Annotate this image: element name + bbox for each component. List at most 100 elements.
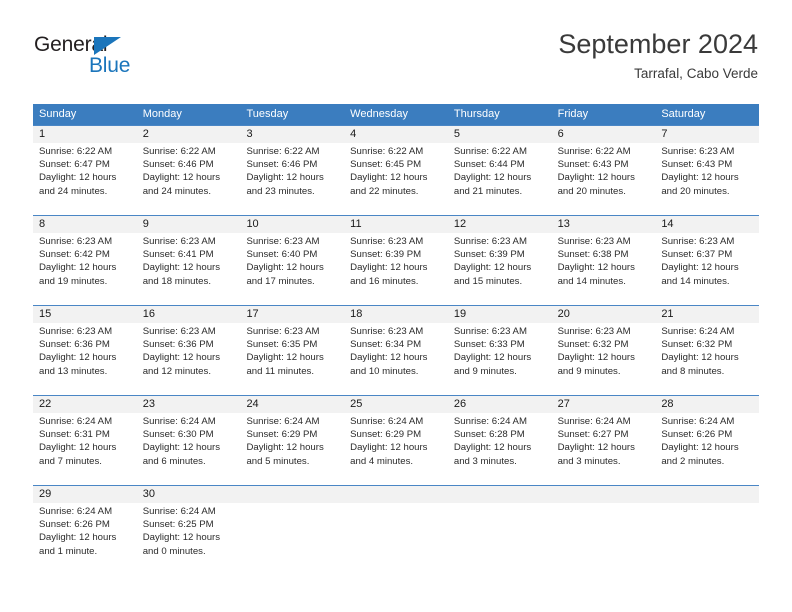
day-number[interactable]: 3 (240, 126, 344, 143)
day-number[interactable]: 22 (33, 396, 137, 413)
daylight-text-line2: and 14 minutes. (661, 275, 730, 287)
daylight-text-line1: Daylight: 12 hours (246, 352, 324, 364)
calendar-week-row: 29 30 Sunrise: 6:24 AM Sunset: 6:26 PM D… (33, 485, 759, 575)
day-number[interactable]: 19 (448, 306, 552, 323)
day-cell[interactable]: Sunrise: 6:22 AM Sunset: 6:47 PM Dayligh… (33, 143, 137, 215)
sunset-text: Sunset: 6:44 PM (453, 159, 525, 171)
daylight-text-line2: and 17 minutes. (246, 275, 315, 287)
day-cell[interactable]: Sunrise: 6:22 AM Sunset: 6:46 PM Dayligh… (137, 143, 241, 215)
day-cell[interactable]: Sunrise: 6:24 AM Sunset: 6:27 PM Dayligh… (552, 413, 656, 485)
day-cell[interactable]: Sunrise: 6:23 AM Sunset: 6:43 PM Dayligh… (655, 143, 759, 215)
day-cell[interactable]: Sunrise: 6:23 AM Sunset: 6:36 PM Dayligh… (137, 323, 241, 395)
sunrise-text: Sunrise: 6:24 AM (350, 416, 424, 427)
day-cell[interactable]: Sunrise: 6:24 AM Sunset: 6:30 PM Dayligh… (137, 413, 241, 485)
day-number[interactable]: 12 (448, 216, 552, 233)
day-cell[interactable]: Sunrise: 6:22 AM Sunset: 6:45 PM Dayligh… (344, 143, 448, 215)
weekday-header-thursday: Thursday (453, 108, 500, 120)
calendar-week-row: 22 23 24 25 26 27 28 Sunrise: 6:24 AM Su… (33, 395, 759, 485)
calendar-week-row: 8 9 10 11 12 13 14 Sunrise: 6:23 AM Suns… (33, 215, 759, 305)
sunrise-text: Sunrise: 6:23 AM (39, 326, 113, 337)
day-number[interactable]: 30 (137, 486, 241, 503)
daylight-text-line1: Daylight: 12 hours (557, 262, 635, 274)
daylight-text-line2: and 5 minutes. (246, 455, 310, 467)
day-cell[interactable]: Sunrise: 6:23 AM Sunset: 6:38 PM Dayligh… (552, 233, 656, 305)
day-number[interactable]: 4 (344, 126, 448, 143)
weekday-header-row: Sunday Monday Tuesday Wednesday Thursday… (33, 104, 759, 125)
sunset-text: Sunset: 6:36 PM (142, 339, 214, 351)
day-number[interactable]: 7 (655, 126, 759, 143)
day-cell[interactable]: Sunrise: 6:23 AM Sunset: 6:36 PM Dayligh… (33, 323, 137, 395)
day-cell[interactable]: Sunrise: 6:22 AM Sunset: 6:46 PM Dayligh… (240, 143, 344, 215)
day-number[interactable]: 24 (240, 396, 344, 413)
day-cell[interactable]: Sunrise: 6:23 AM Sunset: 6:39 PM Dayligh… (448, 233, 552, 305)
day-number[interactable]: 17 (240, 306, 344, 323)
day-cell[interactable]: Sunrise: 6:23 AM Sunset: 6:37 PM Dayligh… (655, 233, 759, 305)
day-number[interactable]: 16 (137, 306, 241, 323)
day-number[interactable]: 28 (655, 396, 759, 413)
sunrise-text: Sunrise: 6:24 AM (661, 326, 735, 337)
day-cell[interactable]: Sunrise: 6:23 AM Sunset: 6:33 PM Dayligh… (448, 323, 552, 395)
daylight-text-line2: and 23 minutes. (246, 185, 315, 197)
day-cell[interactable]: Sunrise: 6:24 AM Sunset: 6:26 PM Dayligh… (33, 503, 137, 575)
day-cell[interactable]: Sunrise: 6:24 AM Sunset: 6:29 PM Dayligh… (240, 413, 344, 485)
daylight-text-line2: and 0 minutes. (142, 545, 206, 557)
day-cell[interactable]: Sunrise: 6:23 AM Sunset: 6:32 PM Dayligh… (552, 323, 656, 395)
sunrise-text: Sunrise: 6:22 AM (39, 146, 113, 157)
sunrise-text: Sunrise: 6:24 AM (142, 416, 216, 427)
day-cell[interactable]: Sunrise: 6:23 AM Sunset: 6:34 PM Dayligh… (344, 323, 448, 395)
day-cell[interactable]: Sunrise: 6:24 AM Sunset: 6:31 PM Dayligh… (33, 413, 137, 485)
day-cell[interactable]: Sunrise: 6:24 AM Sunset: 6:26 PM Dayligh… (655, 413, 759, 485)
day-cell[interactable]: Sunrise: 6:24 AM Sunset: 6:29 PM Dayligh… (344, 413, 448, 485)
daylight-text-line2: and 10 minutes. (350, 365, 419, 377)
day-cell[interactable]: Sunrise: 6:22 AM Sunset: 6:44 PM Dayligh… (448, 143, 552, 215)
day-cell[interactable]: Sunrise: 6:24 AM Sunset: 6:28 PM Dayligh… (448, 413, 552, 485)
daylight-text-line2: and 12 minutes. (142, 365, 211, 377)
day-cell[interactable]: Sunrise: 6:23 AM Sunset: 6:39 PM Dayligh… (344, 233, 448, 305)
day-number[interactable]: 8 (33, 216, 137, 233)
daylight-text-line1: Daylight: 12 hours (661, 352, 739, 364)
sunset-text: Sunset: 6:26 PM (39, 519, 110, 531)
sunset-text: Sunset: 6:42 PM (39, 249, 110, 261)
daylight-text-line2: and 9 minutes. (557, 365, 621, 377)
sunrise-text: Sunrise: 6:24 AM (453, 416, 527, 427)
daylight-text-line1: Daylight: 12 hours (350, 172, 428, 184)
daylight-text-line2: and 20 minutes. (557, 185, 626, 197)
day-number[interactable]: 13 (552, 216, 656, 233)
weekday-header-saturday: Saturday (661, 108, 706, 120)
daylight-text-line1: Daylight: 12 hours (661, 262, 739, 274)
day-number[interactable]: 10 (240, 216, 344, 233)
day-number[interactable]: 9 (137, 216, 241, 233)
day-number[interactable]: 29 (33, 486, 137, 503)
daylight-text-line1: Daylight: 12 hours (142, 532, 221, 544)
daylight-text-line1: Daylight: 12 hours (142, 262, 221, 274)
weekday-header-monday: Monday (142, 108, 182, 120)
day-cell-empty (448, 503, 552, 575)
day-cell[interactable]: Sunrise: 6:24 AM Sunset: 6:25 PM Dayligh… (137, 503, 241, 575)
daylight-text-line2: and 3 minutes. (557, 455, 621, 467)
day-cell[interactable]: Sunrise: 6:23 AM Sunset: 6:35 PM Dayligh… (240, 323, 344, 395)
day-number[interactable]: 11 (344, 216, 448, 233)
day-cell[interactable]: Sunrise: 6:22 AM Sunset: 6:43 PM Dayligh… (552, 143, 656, 215)
day-number[interactable]: 2 (137, 126, 241, 143)
sunset-text: Sunset: 6:29 PM (246, 429, 318, 441)
day-number[interactable]: 27 (552, 396, 656, 413)
sunrise-text: Sunrise: 6:23 AM (661, 236, 735, 247)
day-number[interactable]: 23 (137, 396, 241, 413)
day-cell[interactable]: Sunrise: 6:24 AM Sunset: 6:32 PM Dayligh… (655, 323, 759, 395)
day-number[interactable]: 25 (344, 396, 448, 413)
day-cell[interactable]: Sunrise: 6:23 AM Sunset: 6:41 PM Dayligh… (137, 233, 241, 305)
day-number[interactable]: 20 (552, 306, 656, 323)
daylight-text-line2: and 19 minutes. (39, 275, 108, 287)
day-cell[interactable]: Sunrise: 6:23 AM Sunset: 6:40 PM Dayligh… (240, 233, 344, 305)
day-number[interactable]: 6 (552, 126, 656, 143)
day-number[interactable]: 15 (33, 306, 137, 323)
day-number[interactable]: 1 (33, 126, 137, 143)
day-number[interactable]: 5 (448, 126, 552, 143)
day-number[interactable]: 26 (448, 396, 552, 413)
day-cell[interactable]: Sunrise: 6:23 AM Sunset: 6:42 PM Dayligh… (33, 233, 137, 305)
day-number[interactable]: 21 (655, 306, 759, 323)
sunset-text: Sunset: 6:39 PM (350, 249, 422, 261)
day-number[interactable]: 18 (344, 306, 448, 323)
sunset-text: Sunset: 6:40 PM (246, 249, 318, 261)
day-number[interactable]: 14 (655, 216, 759, 233)
